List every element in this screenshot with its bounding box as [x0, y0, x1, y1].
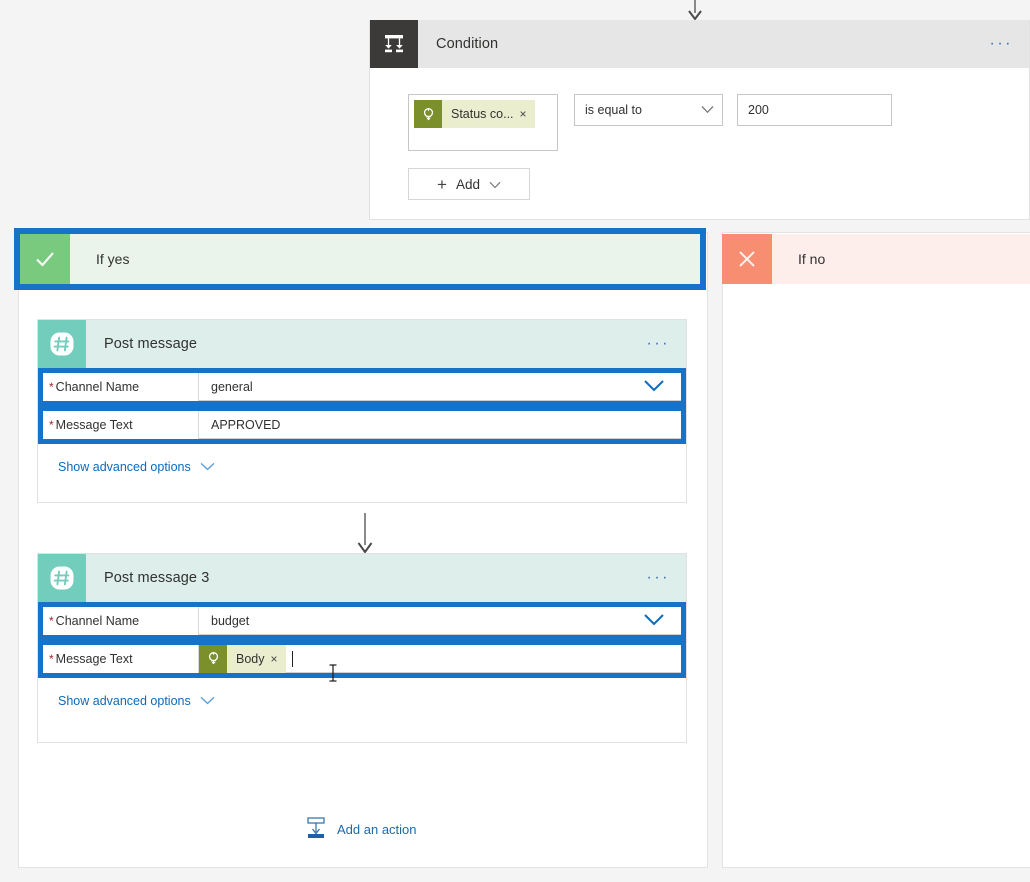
field-row-message-text[interactable]: * Message Text APPROVED [38, 406, 686, 444]
chevron-down-icon[interactable] [643, 379, 665, 395]
condition-overflow-menu-button[interactable]: ··· [990, 36, 1013, 52]
add-an-action-button[interactable]: Add an action [305, 816, 417, 843]
field-row-channel-name[interactable]: * Channel Name budget [38, 602, 686, 640]
condition-expression-row: Status co... × is equal to 200 [408, 94, 1029, 151]
action-card-post-message[interactable]: Post message ··· * Channel Name general … [37, 319, 687, 503]
condition-add-label: Add [455, 176, 480, 192]
condition-title: Condition [436, 36, 499, 52]
action-card-header[interactable]: Post message 3 ··· [38, 554, 686, 602]
action-card-post-message-3[interactable]: Post message 3 ··· * Channel Name budget… [37, 553, 687, 743]
dynamic-content-icon [414, 100, 442, 128]
dynamic-content-token[interactable]: Body × [199, 644, 286, 673]
add-action-icon [305, 816, 327, 843]
required-asterisk: * [49, 652, 54, 666]
message-text-value: APPROVED [211, 417, 281, 432]
slack-hash-icon [38, 320, 86, 368]
show-advanced-options-link[interactable]: Show advanced options [58, 694, 215, 708]
channel-name-value: budget [211, 613, 250, 628]
condition-branch-icon [370, 20, 418, 68]
check-icon [20, 234, 70, 284]
connector-arrow-between-actions [357, 513, 373, 554]
condition-card-header[interactable]: Condition ··· [370, 20, 1029, 68]
field-label-text: Channel Name [55, 380, 140, 394]
dynamic-content-token-label: Body [236, 651, 265, 666]
channel-name-value: general [211, 379, 253, 394]
text-caret [291, 650, 293, 667]
connector-arrow-to-condition [688, 0, 702, 21]
channel-name-dropdown[interactable]: budget [198, 607, 681, 635]
dynamic-content-token-remove-icon[interactable]: × [520, 108, 535, 120]
field-label-text: Message Text [55, 652, 133, 666]
if-no-branch-label: If no [798, 251, 826, 267]
dynamic-content-token[interactable]: Status co... × [414, 100, 535, 128]
field-label-channel-name: * Channel Name [43, 607, 198, 635]
if-no-branch-header[interactable]: If no [722, 234, 1030, 284]
action-card-title: Post message [104, 336, 198, 352]
if-no-branch-panel[interactable] [722, 232, 1030, 868]
chevron-down-icon[interactable] [643, 613, 665, 629]
field-row-channel-name[interactable]: * Channel Name general [38, 368, 686, 406]
message-text-input[interactable]: Body × [198, 644, 681, 673]
if-yes-branch-label: If yes [96, 251, 130, 267]
required-asterisk: * [49, 380, 54, 394]
field-label-text: Channel Name [55, 614, 140, 628]
field-label-message-text: * Message Text [43, 645, 198, 673]
action-overflow-menu-button[interactable]: ··· [647, 570, 670, 586]
show-advanced-options-label: Show advanced options [58, 460, 191, 474]
chevron-down-icon [200, 460, 215, 474]
field-label-text: Message Text [55, 418, 133, 432]
field-row-message-text[interactable]: * Message Text Body × [38, 640, 686, 678]
message-text-input[interactable]: APPROVED [198, 411, 681, 439]
if-yes-branch-header[interactable]: If yes [20, 234, 700, 284]
dynamic-content-icon [199, 644, 227, 673]
cross-icon [722, 234, 772, 284]
plus-icon: + [437, 174, 447, 194]
show-advanced-options-link[interactable]: Show advanced options [58, 460, 215, 474]
required-asterisk: * [49, 418, 54, 432]
dynamic-content-token-label: Status co... [451, 107, 514, 121]
show-advanced-options-label: Show advanced options [58, 694, 191, 708]
condition-value-input[interactable]: 200 [737, 94, 892, 126]
action-overflow-menu-button[interactable]: ··· [647, 336, 670, 352]
channel-name-dropdown[interactable]: general [198, 373, 681, 401]
field-label-channel-name: * Channel Name [43, 373, 198, 401]
chevron-down-icon [701, 103, 714, 117]
dynamic-content-token-remove-icon[interactable]: × [271, 653, 286, 665]
condition-add-button[interactable]: + Add [408, 168, 530, 200]
action-card-title: Post message 3 [104, 570, 210, 586]
condition-left-operand-field[interactable]: Status co... × [408, 94, 558, 151]
action-card-header[interactable]: Post message ··· [38, 320, 686, 368]
condition-value-text: 200 [748, 103, 769, 117]
field-label-message-text: * Message Text [43, 411, 198, 439]
condition-operator-value: is equal to [585, 103, 642, 117]
required-asterisk: * [49, 614, 54, 628]
chevron-down-icon [200, 694, 215, 708]
add-an-action-label: Add an action [337, 822, 417, 837]
condition-card[interactable]: Condition ··· Status co... × is equal to… [369, 20, 1030, 220]
condition-body: Status co... × is equal to 200 + Add [370, 68, 1029, 200]
chevron-down-icon [489, 177, 501, 192]
condition-operator-dropdown[interactable]: is equal to [574, 94, 723, 126]
slack-hash-icon [38, 554, 86, 602]
